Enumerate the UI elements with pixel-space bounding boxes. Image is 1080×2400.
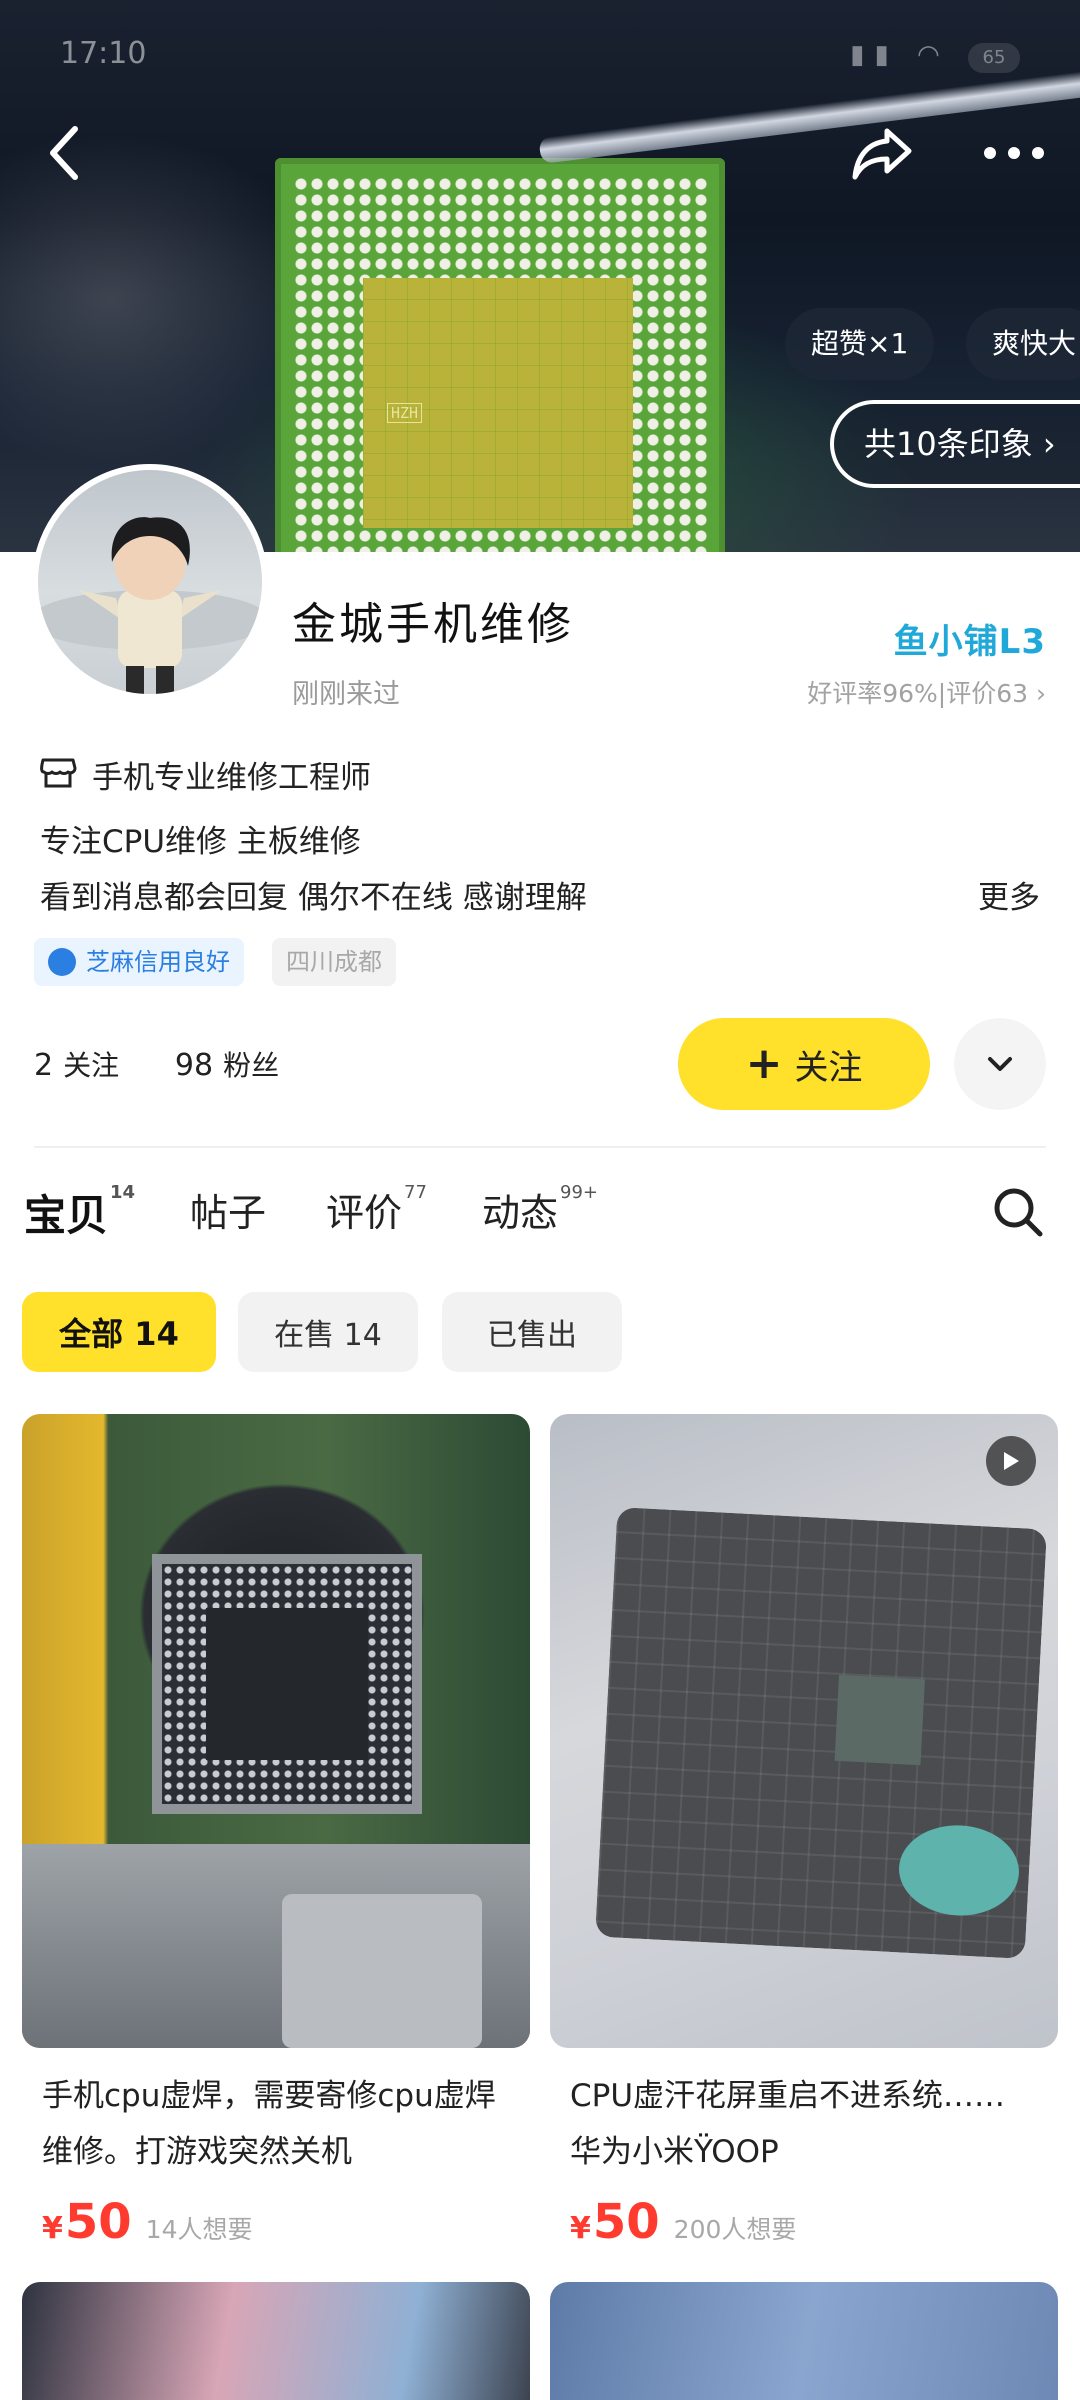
chevron-right-icon: › bbox=[1036, 679, 1046, 708]
tab-label: 宝贝 bbox=[24, 1191, 109, 1240]
price-currency: ¥ bbox=[42, 2211, 63, 2246]
followers-stat[interactable]: 98 粉丝 bbox=[174, 1048, 280, 1083]
impression-total-label: 共10条印象 bbox=[864, 425, 1033, 463]
store-icon bbox=[40, 758, 77, 788]
more-dots-icon bbox=[984, 147, 1044, 159]
follow-button[interactable]: + 关注 bbox=[678, 1018, 930, 1110]
back-button[interactable] bbox=[30, 118, 100, 188]
share-button[interactable] bbox=[848, 118, 918, 188]
search-button[interactable] bbox=[990, 1184, 1046, 1240]
location-tag: 四川成都 bbox=[272, 938, 396, 986]
bio-line: 手机专业维修工程师 bbox=[92, 760, 371, 796]
product-price-row: ¥ 50 200人想要 bbox=[550, 2194, 1058, 2250]
product-title: 手机cpu虚焊，需要寄修cpu虚焊维修。打游戏突然关机 bbox=[42, 2078, 496, 2170]
product-image-soc bbox=[834, 1674, 925, 1766]
product-image-board bbox=[595, 1507, 1047, 1959]
expand-dropdown-button[interactable] bbox=[954, 1018, 1046, 1110]
followers-count: 98 bbox=[174, 1048, 214, 1083]
share-icon bbox=[852, 128, 912, 180]
price-currency: ¥ bbox=[570, 2211, 591, 2246]
status-icons: ▮▮ ◠ 65 bbox=[850, 40, 1020, 73]
tab-label: 评价 bbox=[326, 1191, 403, 1235]
credit-tag-label: 芝麻信用良好 bbox=[86, 948, 230, 976]
tab-reviews[interactable]: 评价 77 bbox=[326, 1182, 427, 1237]
impression-total-button[interactable]: 共10条印象 › bbox=[830, 400, 1080, 488]
filter-sold[interactable]: 已售出 bbox=[442, 1292, 622, 1372]
impression-tag[interactable]: 爽快大 bbox=[966, 308, 1080, 380]
tab-label: 帖子 bbox=[190, 1191, 267, 1235]
video-badge bbox=[986, 1436, 1036, 1486]
want-count: 14人想要 bbox=[145, 2215, 253, 2244]
price-value: 50 bbox=[592, 2194, 660, 2250]
product-image-stain bbox=[896, 1822, 1022, 1919]
follow-button-label: 关注 bbox=[794, 1047, 863, 1088]
rating-summary[interactable]: 好评率96%|评价63 › bbox=[807, 674, 1046, 710]
want-count: 200人想要 bbox=[673, 2215, 797, 2244]
tab-activity[interactable]: 动态 99+ bbox=[482, 1182, 598, 1237]
tab-label: 动态 bbox=[482, 1191, 559, 1235]
search-icon bbox=[994, 1188, 1043, 1237]
following-stat[interactable]: 2 关注 bbox=[34, 1048, 120, 1083]
bio-line: 专注CPU维修 主板维修 bbox=[40, 824, 361, 860]
product-card[interactable]: CPU虚汗花屏重启不进系统…… 华为小米ŸOOP ¥ 50 200人想要 bbox=[550, 1414, 1058, 2250]
chevron-down-icon bbox=[988, 1057, 1012, 1071]
follow-stats: 2 关注 98 粉丝 bbox=[34, 1044, 279, 1084]
tab-count: 99+ bbox=[560, 1182, 599, 1203]
product-image bbox=[550, 1414, 1058, 2048]
tab-items[interactable]: 宝贝 14 bbox=[24, 1182, 135, 1243]
video-play-icon bbox=[1004, 1452, 1019, 1470]
tab-count: 14 bbox=[110, 1182, 136, 1203]
product-title: CPU虚汗花屏重启不进系统…… 华为小米ŸOOP bbox=[570, 2078, 1006, 2170]
filter-on-sale[interactable]: 在售 14 bbox=[238, 1292, 418, 1372]
following-count: 2 bbox=[34, 1048, 54, 1083]
banner-chip-mark: HZH bbox=[387, 403, 423, 423]
signal-icon: ▮▮ bbox=[850, 40, 899, 70]
product-card[interactable]: 手机cpu虚焊，需要寄修cpu虚焊维修。打游戏突然关机 ¥ 50 14人想要 bbox=[22, 1414, 530, 2250]
product-image bbox=[22, 1414, 530, 2048]
following-label: 关注 bbox=[63, 1049, 120, 1082]
credit-flame-icon bbox=[48, 948, 76, 976]
wifi-icon: ◠ bbox=[917, 40, 950, 70]
plus-icon: + bbox=[745, 1038, 783, 1089]
followers-label: 粉丝 bbox=[223, 1049, 280, 1082]
tab-posts[interactable]: 帖子 bbox=[190, 1182, 266, 1237]
product-price-row: ¥ 50 14人想要 bbox=[22, 2194, 530, 2250]
filter-all[interactable]: 全部 14 bbox=[22, 1292, 216, 1372]
avatar-illustration bbox=[38, 517, 262, 694]
shop-name: 金城手机维修 bbox=[292, 599, 574, 650]
product-card-partial[interactable] bbox=[550, 2282, 1058, 2400]
section-divider bbox=[34, 1146, 1046, 1148]
status-bar: 17:10 ▮▮ ◠ 65 bbox=[0, 0, 1080, 110]
last-seen-status: 刚刚来过 bbox=[292, 679, 400, 710]
product-card-partial[interactable] bbox=[22, 2282, 530, 2400]
avatar[interactable] bbox=[32, 464, 268, 700]
product-image-shield bbox=[282, 1894, 482, 2048]
back-icon bbox=[50, 126, 78, 180]
shop-level-badge[interactable]: 鱼小铺L3 bbox=[894, 614, 1046, 663]
bio-more-link[interactable]: 更多 bbox=[978, 872, 1040, 917]
more-button[interactable] bbox=[964, 118, 1064, 188]
impression-tag[interactable]: 超赞×1 bbox=[785, 308, 935, 380]
chevron-right-icon: › bbox=[1042, 425, 1056, 463]
credit-tag[interactable]: 芝麻信用良好 bbox=[34, 938, 244, 986]
tab-count: 77 bbox=[404, 1182, 427, 1203]
product-image-chip bbox=[152, 1554, 422, 1814]
bio-line: 看到消息都会回复 偶尔不在线 感谢理解 bbox=[40, 880, 587, 916]
product-image-chip-core bbox=[206, 1608, 368, 1760]
battery-icon: 65 bbox=[968, 43, 1020, 73]
rating-summary-text: 好评率96%|评价63 bbox=[807, 679, 1029, 708]
status-time: 17:10 bbox=[60, 36, 147, 71]
price-value: 50 bbox=[64, 2194, 132, 2250]
banner-cpu-chip: HZH bbox=[275, 158, 725, 552]
